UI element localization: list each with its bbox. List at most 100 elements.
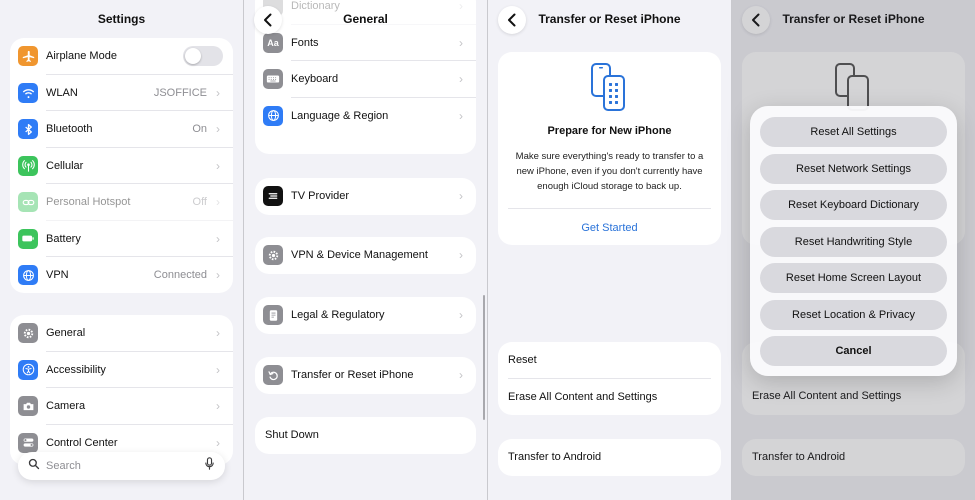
chevron-right-icon: › [459, 72, 463, 87]
prepare-card: Prepare for New iPhone Make sure everyth… [498, 52, 721, 245]
settings-row-hotspot[interactable]: Personal Hotspot Off › [10, 184, 233, 221]
settings-row-label: Dictionary [291, 0, 340, 13]
settings-row-wlan[interactable]: WLAN JSOFFICE › [10, 75, 233, 111]
reset-label: Reset [508, 354, 537, 367]
settings-panel: Settings Airplane Mode WLAN JSOFFICE › B… [0, 0, 243, 500]
search-bar[interactable]: Search [18, 452, 225, 480]
transfer-android-label: Transfer to Android [508, 451, 602, 464]
chevron-right-icon: › [216, 399, 220, 414]
settings-row-label: Cellular [46, 159, 84, 172]
settings-row-label: General [46, 327, 86, 340]
reset-button[interactable]: Reset [498, 342, 721, 379]
shut-down-button[interactable]: Shut Down [255, 417, 476, 454]
transfer-reset-panel: Transfer or Reset iPhone Prepare for New… [488, 0, 731, 500]
general-group-shutdown: Shut Down [255, 417, 476, 454]
reset-keyboard-dictionary-button[interactable]: Reset Keyboard Dictionary [760, 190, 947, 220]
settings-row-cellular[interactable]: Cellular › [10, 148, 233, 184]
page-title: General [343, 12, 388, 26]
bluetooth-icon [18, 119, 38, 140]
chevron-right-icon: › [216, 158, 220, 173]
settings-row-vpn[interactable]: VPN Connected › [10, 257, 233, 293]
settings-row-label: Language & Region [291, 109, 389, 122]
divider [508, 208, 711, 209]
general-row-vpn-management[interactable]: VPN & Device Management › [255, 237, 476, 274]
settings-row-label: Fonts [291, 36, 319, 49]
settings-row-label: Transfer or Reset iPhone [291, 369, 414, 382]
globe-icon [263, 105, 283, 126]
settings-row-bluetooth[interactable]: Bluetooth On › [10, 111, 233, 148]
chevron-right-icon: › [459, 189, 463, 204]
general-row-legal[interactable]: Legal & Regulatory › [255, 297, 476, 334]
page-title: Settings [97, 12, 146, 26]
reset-location-privacy-button[interactable]: Reset Location & Privacy [760, 299, 947, 330]
general-group-legal: Legal & Regulatory › [255, 297, 476, 334]
general-row-fonts[interactable]: Aa Fonts › [255, 25, 476, 61]
settings-row-label: Airplane Mode [46, 50, 117, 63]
general-group-tv: TV Provider › [255, 178, 476, 215]
general-row-transfer-reset[interactable]: Transfer or Reset iPhone › [255, 357, 476, 394]
bluetooth-value: On [192, 123, 207, 136]
two-phones-icon [590, 62, 630, 117]
microphone-icon[interactable] [204, 457, 215, 475]
erase-all-button[interactable]: Erase All Content and Settings [498, 379, 721, 416]
reset-arrow-icon [263, 365, 283, 386]
general-row-keyboard[interactable]: Keyboard › [255, 61, 476, 98]
chevron-right-icon: › [216, 122, 220, 137]
general-group-transfer: Transfer or Reset iPhone › [255, 357, 476, 394]
font-icon: Aa [263, 32, 283, 53]
get-started-button[interactable]: Get Started [498, 222, 721, 234]
reset-home-screen-layout-button[interactable]: Reset Home Screen Layout [760, 263, 947, 293]
battery-icon [18, 228, 38, 249]
search-input[interactable]: Search [46, 460, 204, 472]
vpn-value: Connected [153, 269, 207, 282]
chevron-right-icon: › [216, 231, 220, 246]
reset-all-settings-button[interactable]: Reset All Settings [760, 117, 947, 147]
chevron-right-icon: › [459, 35, 463, 50]
settings-row-label: Battery [46, 232, 81, 245]
settings-group-system: General › Accessibility › Camera › Contr… [10, 315, 233, 465]
settings-row-camera[interactable]: Camera › [10, 388, 233, 425]
reset-handwriting-style-button[interactable]: Reset Handwriting Style [760, 226, 947, 257]
settings-row-airplane[interactable]: Airplane Mode [10, 38, 233, 75]
general-panel: Dictionary › Aa Fonts › Keyboard › Langu… [244, 0, 487, 500]
cancel-button[interactable]: Cancel [760, 336, 947, 366]
hotspot-value: Off [192, 196, 207, 209]
reset-network-settings-button[interactable]: Reset Network Settings [760, 153, 947, 184]
chevron-right-icon: › [459, 308, 463, 323]
settings-row-label: TV Provider [291, 190, 350, 203]
shut-down-label: Shut Down [265, 429, 319, 442]
general-row-tv-provider[interactable]: TV Provider › [255, 178, 476, 215]
settings-row-label: Personal Hotspot [46, 196, 131, 209]
settings-row-battery[interactable]: Battery › [10, 221, 233, 257]
keyboard-icon [263, 69, 283, 90]
chevron-right-icon: › [216, 435, 220, 450]
settings-row-label: Bluetooth [46, 123, 93, 136]
settings-row-accessibility[interactable]: Accessibility › [10, 352, 233, 388]
settings-row-general[interactable]: General › [10, 315, 233, 352]
search-icon [28, 457, 40, 475]
settings-row-label: Accessibility [46, 363, 106, 376]
transfer-android-card: Transfer to Android [498, 439, 721, 476]
chevron-right-icon: › [216, 326, 220, 341]
antenna-icon [18, 155, 38, 176]
chevron-right-icon: › [216, 85, 220, 100]
camera-icon [18, 396, 38, 417]
prepare-description: Make sure everything's ready to transfer… [515, 151, 704, 192]
chevron-right-icon: › [216, 268, 220, 283]
chevron-right-icon: › [459, 368, 463, 383]
settings-row-label: WLAN [46, 86, 78, 99]
scrollbar[interactable] [483, 295, 485, 420]
settings-row-label: Camera [46, 400, 86, 413]
gear-icon [18, 323, 38, 344]
airplane-mode-toggle[interactable] [183, 46, 223, 67]
chevron-right-icon: › [459, 248, 463, 263]
settings-row-label: Control Center [46, 436, 118, 449]
tv-provider-icon [263, 186, 283, 207]
prepare-title: Prepare for New iPhone [547, 125, 672, 137]
transfer-android-button[interactable]: Transfer to Android [498, 439, 721, 476]
accessibility-icon [18, 359, 38, 380]
page-title: Transfer or Reset iPhone [538, 12, 681, 26]
settings-row-label: VPN & Device Management [291, 249, 428, 262]
general-group-vpn: VPN & Device Management › [255, 237, 476, 274]
general-row-language[interactable]: Language & Region › [255, 98, 476, 135]
